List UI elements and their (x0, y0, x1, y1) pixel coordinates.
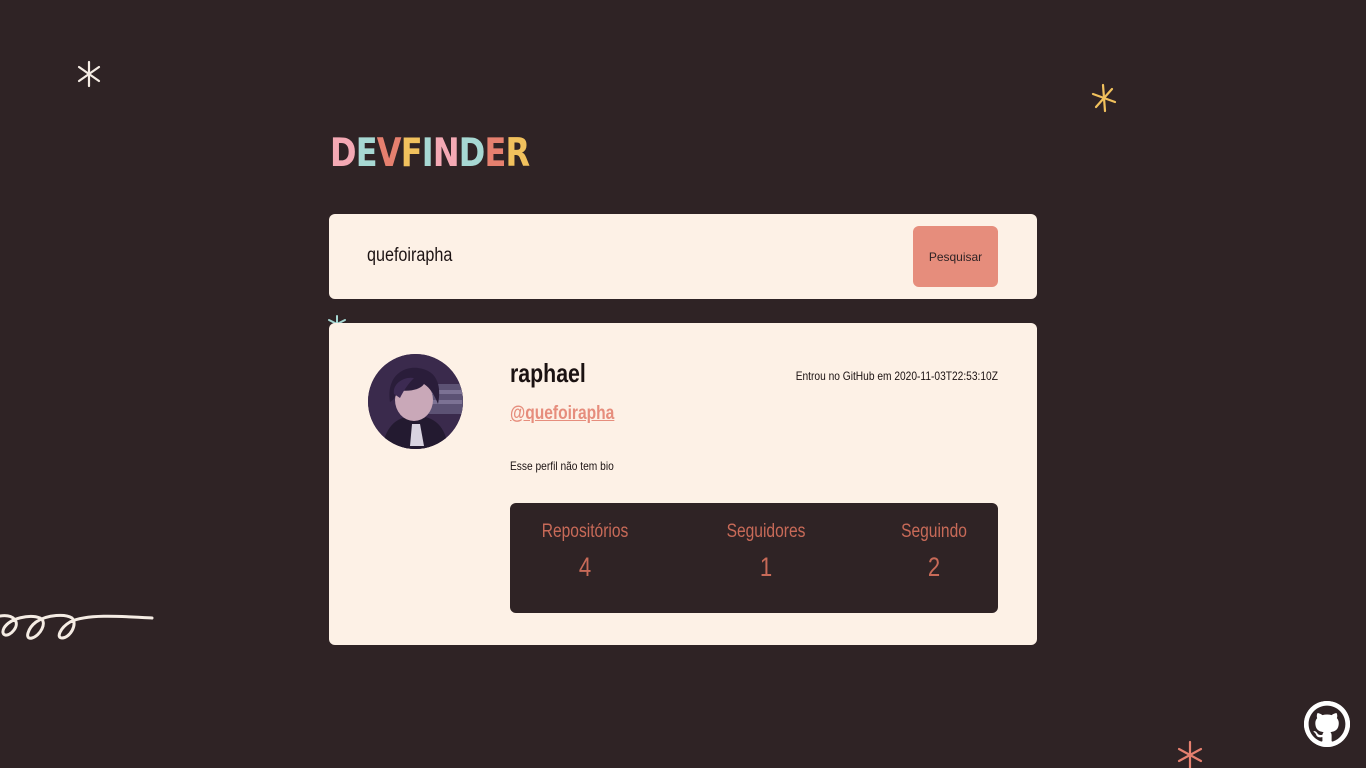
profile-name: raphael (510, 358, 586, 388)
logo-letter: I (421, 131, 434, 176)
profile-joined-date: Entrou no GitHub em 2020-11-03T22:53:10Z (795, 369, 998, 383)
logo-letter: F (400, 131, 423, 176)
profile-bio: Esse perfil não tem bio (510, 459, 614, 473)
squiggle-decoration (0, 613, 154, 640)
github-link[interactable] (1304, 701, 1350, 747)
stat-value: 1 (759, 552, 773, 582)
logo-letter: V (376, 131, 402, 176)
profile-card: raphael Entrou no GitHub em 2020-11-03T2… (329, 323, 1037, 645)
stat-repositories: Repositórios 4 (532, 521, 638, 583)
logo-letter: D (458, 131, 486, 176)
github-icon (1304, 701, 1350, 747)
stat-value: 4 (578, 552, 592, 582)
logo-letter: E (484, 131, 506, 176)
profile-login-link[interactable]: @quefoirapha (510, 403, 614, 425)
logo-letter: N (432, 131, 460, 176)
search-card: Pesquisar (329, 214, 1037, 299)
stat-value: 2 (927, 552, 941, 582)
logo-letter: D (330, 131, 357, 176)
sparkle-icon (77, 60, 101, 88)
stat-followers: Seguidores 1 (718, 521, 814, 583)
avatar (368, 354, 463, 449)
stats-panel: Repositórios 4 Seguidores 1 Seguindo 2 (510, 503, 998, 613)
stat-label: Seguidores (726, 521, 806, 542)
search-input[interactable] (367, 238, 809, 274)
logo-letter: E (355, 131, 378, 176)
stat-label: Repositórios (541, 521, 629, 542)
avatar-image (368, 354, 463, 449)
stat-following: Seguindo 2 (894, 521, 974, 583)
sparkle-icon (1091, 83, 1117, 113)
stat-label: Seguindo (901, 521, 967, 542)
app-logo: DEVFINDER (330, 131, 531, 176)
logo-letter: R (505, 131, 531, 176)
search-button[interactable]: Pesquisar (913, 226, 998, 287)
sparkle-icon (1177, 740, 1203, 768)
